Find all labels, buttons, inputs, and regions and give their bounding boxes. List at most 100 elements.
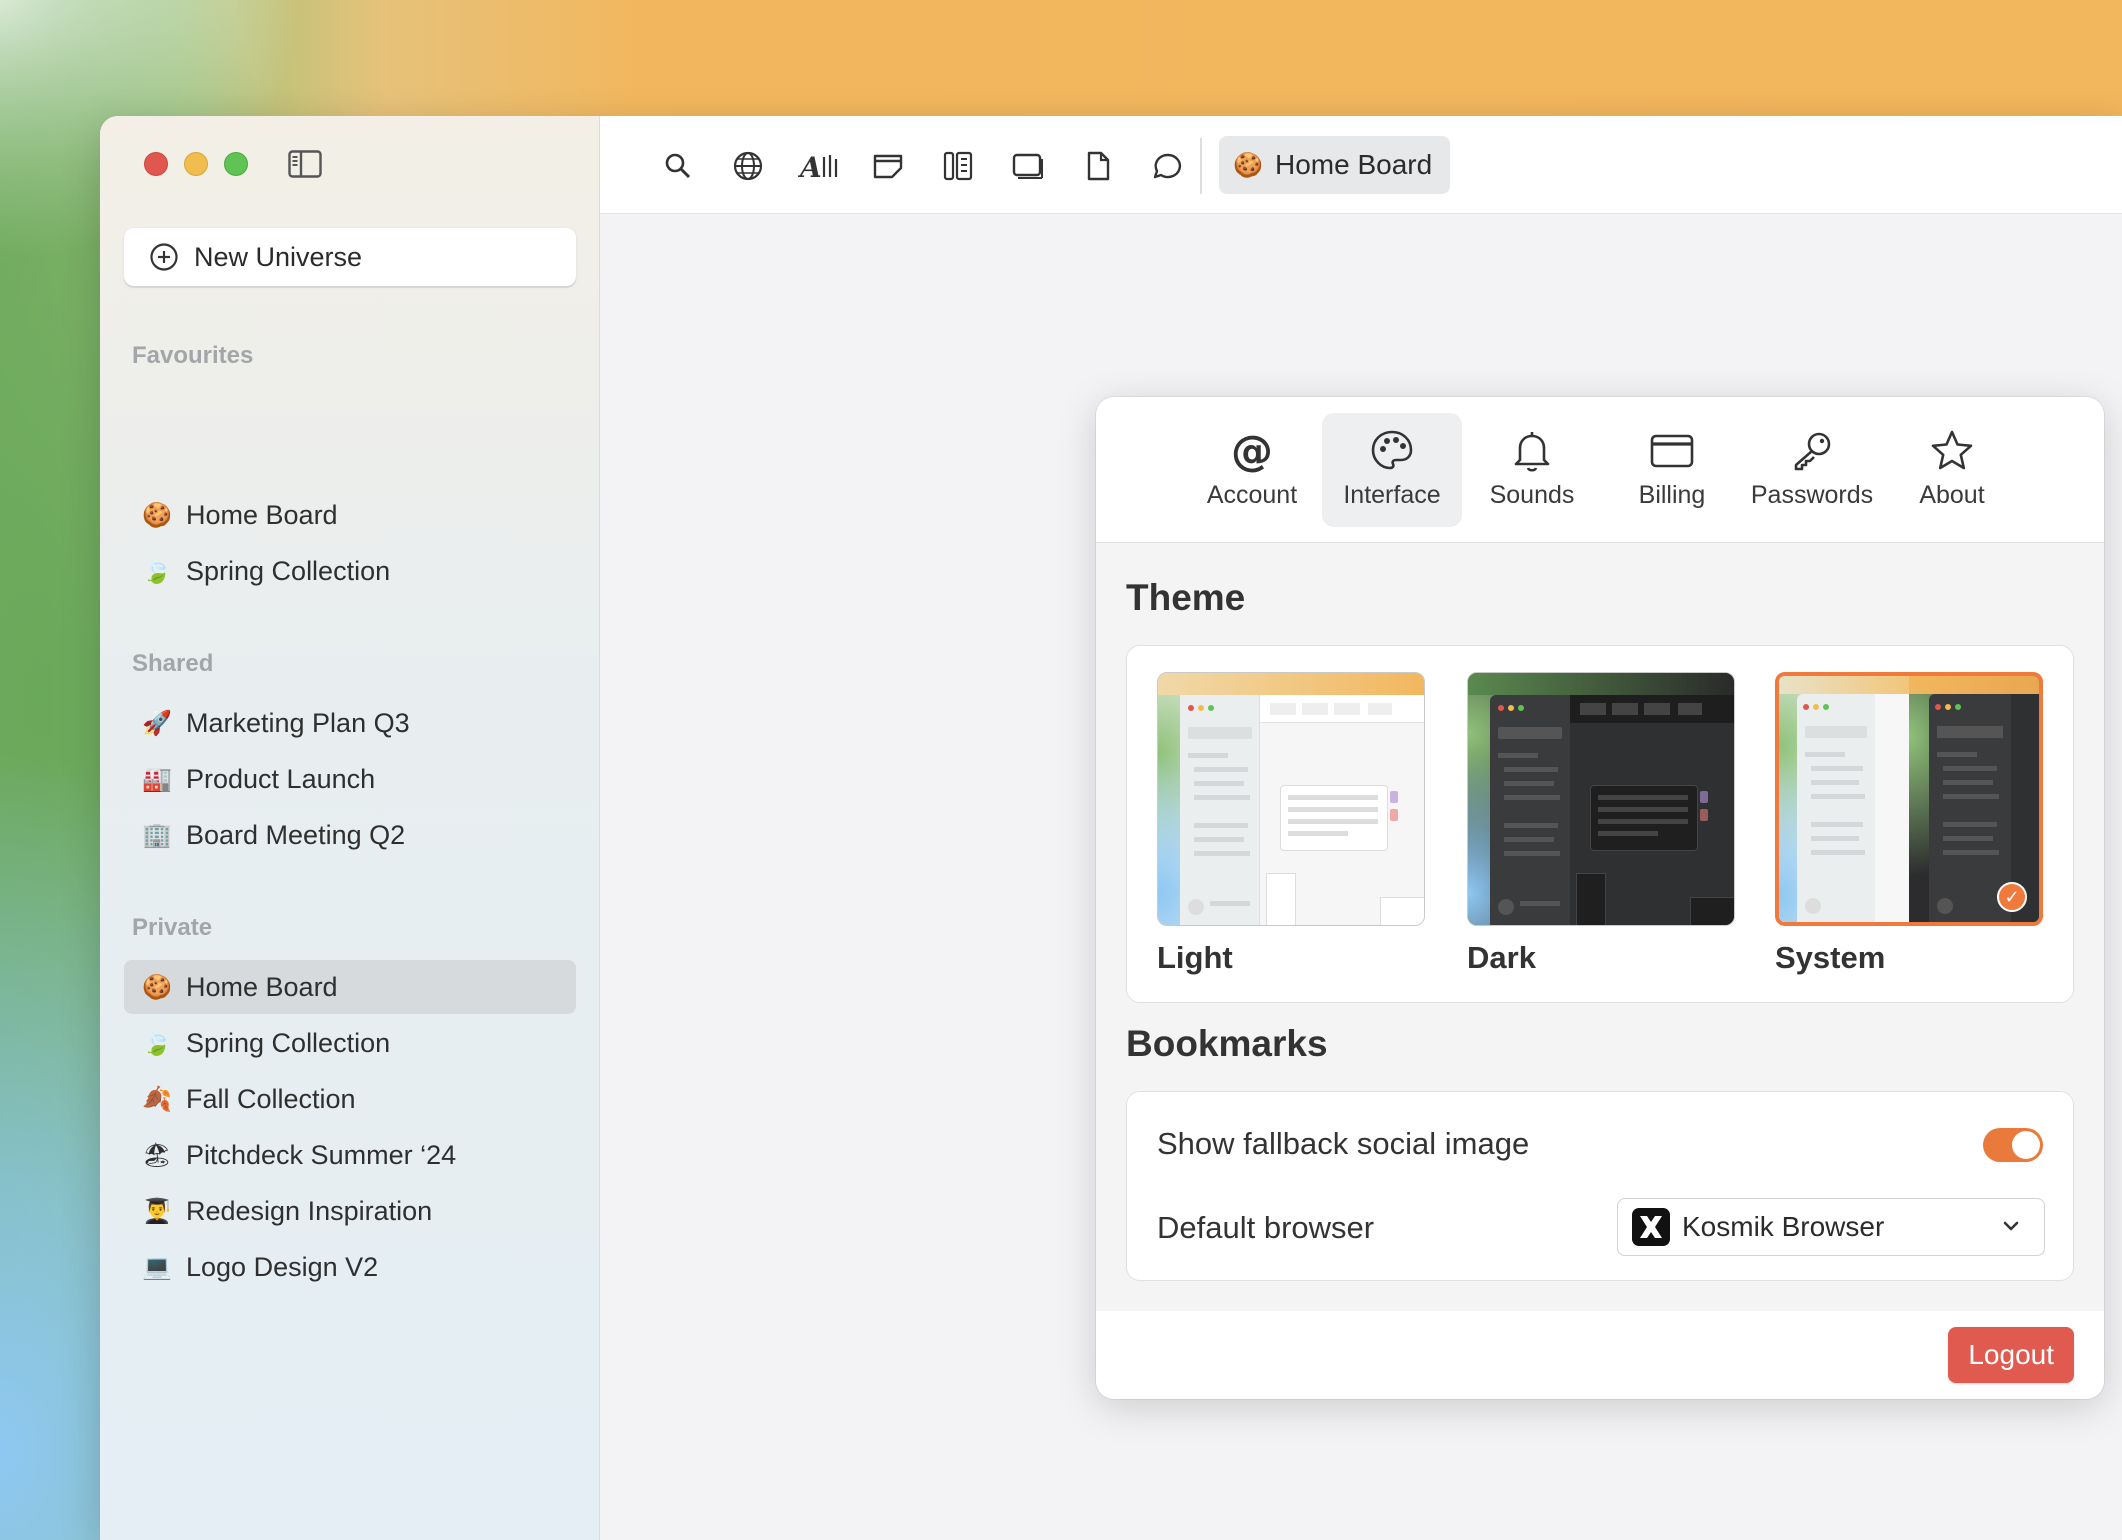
theme-label: Dark — [1467, 940, 1536, 975]
tab-account[interactable]: @ Account — [1182, 413, 1322, 527]
svg-text:A: A — [798, 151, 822, 181]
current-board-chip[interactable]: 🍪 Home Board — [1219, 136, 1451, 194]
new-universe-button[interactable]: New Universe — [124, 228, 576, 286]
key-icon — [1794, 432, 1831, 471]
default-browser-label: Default browser — [1157, 1210, 1375, 1245]
settings-tabs: @ Account Interface Sounds Billing Passw… — [1096, 397, 2104, 543]
text-icon[interactable]: A — [798, 148, 842, 184]
tab-label: Passwords — [1750, 481, 1874, 509]
sidebar-item-label: Spring Collection — [186, 555, 391, 586]
theme-label: Light — [1157, 940, 1233, 975]
sidebar-item-marketing-plan[interactable]: 🚀 Marketing Plan Q3 — [124, 696, 576, 750]
leaf-icon: 🍃 — [142, 557, 172, 585]
sidebar-item-label: Board Meeting Q2 — [186, 819, 406, 850]
leaf-icon: 🍃 — [142, 1029, 172, 1057]
theme-card: Light Dark ✓ System — [1126, 645, 2074, 1003]
default-browser-select[interactable]: Kosmik Browser — [1617, 1198, 2045, 1256]
panels-icon[interactable] — [940, 148, 976, 184]
system-theme-preview: ✓ — [1775, 672, 2043, 926]
default-browser-value: Kosmik Browser — [1682, 1211, 1885, 1242]
sidebar-item-home-board-fav[interactable]: 🍪 Home Board — [124, 488, 576, 542]
factory-icon: 🏭 — [142, 765, 172, 793]
sidebar-item-label: Logo Design V2 — [186, 1251, 379, 1282]
rocket-icon: 🚀 — [142, 709, 172, 737]
theme-label: System — [1775, 940, 1886, 975]
bell-icon — [1514, 432, 1550, 472]
sidebar-item-label: Marketing Plan Q3 — [186, 707, 410, 738]
main-canvas[interactable]: A 🍪 Home Board @ Account Interface Sound… — [600, 116, 2122, 1540]
app-window: New Universe Favourites 🍪 Home Board 🍃 S… — [100, 116, 2122, 1540]
cookie-icon: 🍪 — [1233, 151, 1263, 179]
selected-check-icon: ✓ — [1997, 882, 2027, 912]
light-theme-preview — [1157, 672, 1425, 926]
sidebar-item-label: Redesign Inspiration — [186, 1195, 433, 1226]
sidebar-item-spring-collection[interactable]: 🍃 Spring Collection — [124, 1016, 576, 1070]
theme-heading: Theme — [1126, 577, 1246, 618]
tab-label: Billing — [1638, 481, 1706, 509]
toolbar: A 🍪 Home Board — [600, 116, 2122, 214]
toolbar-divider — [1200, 138, 1202, 194]
fallback-image-toggle[interactable] — [1983, 1128, 2043, 1162]
new-universe-label: New Universe — [194, 241, 363, 272]
settings-footer: Logout — [1096, 1311, 2104, 1399]
tab-interface[interactable]: Interface — [1322, 413, 1462, 527]
tab-billing[interactable]: Billing — [1602, 413, 1742, 527]
bubble-icon[interactable] — [1150, 148, 1186, 184]
kosmik-logo-icon — [1632, 1208, 1670, 1246]
plus-circle-icon — [150, 243, 178, 271]
student-icon: 👨‍🎓 — [142, 1197, 172, 1225]
fallen-leaf-icon: 🍂 — [142, 1085, 172, 1113]
computer-icon: 💻 — [142, 1253, 172, 1281]
sidebar-item-redesign-inspiration[interactable]: 👨‍🎓 Redesign Inspiration — [124, 1184, 576, 1238]
beach-icon: 🏖 — [141, 1141, 173, 1169]
bookmarks-card: Show fallback social image Default brows… — [1126, 1091, 2074, 1281]
search-icon[interactable] — [660, 148, 696, 184]
dark-theme-preview — [1467, 672, 1735, 926]
globe-icon[interactable] — [730, 148, 766, 184]
tab-passwords[interactable]: Passwords — [1742, 413, 1882, 527]
logout-button[interactable]: Logout — [1948, 1327, 2074, 1383]
cookie-icon: 🍪 — [142, 973, 172, 1001]
svg-text:@: @ — [1231, 427, 1273, 475]
sidebar-item-board-meeting[interactable]: 🏢 Board Meeting Q2 — [124, 808, 576, 862]
tab-sounds[interactable]: Sounds — [1462, 413, 1602, 527]
minimize-window-button[interactable] — [184, 152, 208, 176]
sidebar: New Universe Favourites 🍪 Home Board 🍃 S… — [100, 116, 600, 1540]
sidebar-item-spring-collection-fav[interactable]: 🍃 Spring Collection — [124, 544, 576, 598]
window-icon[interactable] — [1010, 148, 1046, 184]
fallback-image-label: Show fallback social image — [1157, 1126, 1530, 1161]
palette-icon — [1371, 430, 1413, 470]
sidebar-item-logo-design[interactable]: 💻 Logo Design V2 — [124, 1240, 576, 1294]
note-icon[interactable] — [870, 148, 906, 184]
tab-label: Account — [1206, 481, 1298, 509]
window-controls — [144, 152, 248, 176]
settings-dialog: @ Account Interface Sounds Billing Passw… — [1096, 397, 2104, 1399]
sidebar-item-pitchdeck[interactable]: 🏖 Pitchdeck Summer ‘24 — [124, 1128, 576, 1182]
credit-card-icon — [1650, 434, 1694, 468]
at-icon: @ — [1231, 427, 1273, 475]
sidebar-item-label: Fall Collection — [186, 1083, 356, 1114]
sidebar-toggle-icon[interactable] — [288, 150, 322, 178]
chevron-down-icon — [2003, 1221, 2019, 1231]
file-icon[interactable] — [1080, 148, 1116, 184]
sidebar-item-label: Pitchdeck Summer ‘24 — [186, 1139, 457, 1170]
close-window-button[interactable] — [144, 152, 168, 176]
tab-label: About — [1919, 481, 1985, 509]
theme-option-light[interactable]: Light — [1157, 672, 1425, 976]
sidebar-item-label: Home Board — [186, 499, 338, 530]
current-board-label: Home Board — [1275, 149, 1433, 180]
theme-option-dark[interactable]: Dark — [1467, 672, 1735, 976]
office-building-icon: 🏢 — [142, 821, 172, 849]
sidebar-item-label: Home Board — [186, 971, 338, 1002]
tab-label: Interface — [1343, 481, 1441, 509]
shared-heading: Shared — [132, 650, 214, 677]
favourites-heading: Favourites — [132, 342, 254, 369]
tab-about[interactable]: About — [1882, 413, 2022, 527]
sidebar-item-fall-collection[interactable]: 🍂 Fall Collection — [124, 1072, 576, 1126]
sidebar-item-home-board[interactable]: 🍪 Home Board — [124, 960, 576, 1014]
sidebar-item-product-launch[interactable]: 🏭 Product Launch — [124, 752, 576, 806]
zoom-window-button[interactable] — [224, 152, 248, 176]
theme-option-system[interactable]: ✓ System — [1775, 672, 2043, 976]
star-icon — [1931, 430, 1973, 470]
sidebar-item-label: Product Launch — [186, 763, 376, 794]
